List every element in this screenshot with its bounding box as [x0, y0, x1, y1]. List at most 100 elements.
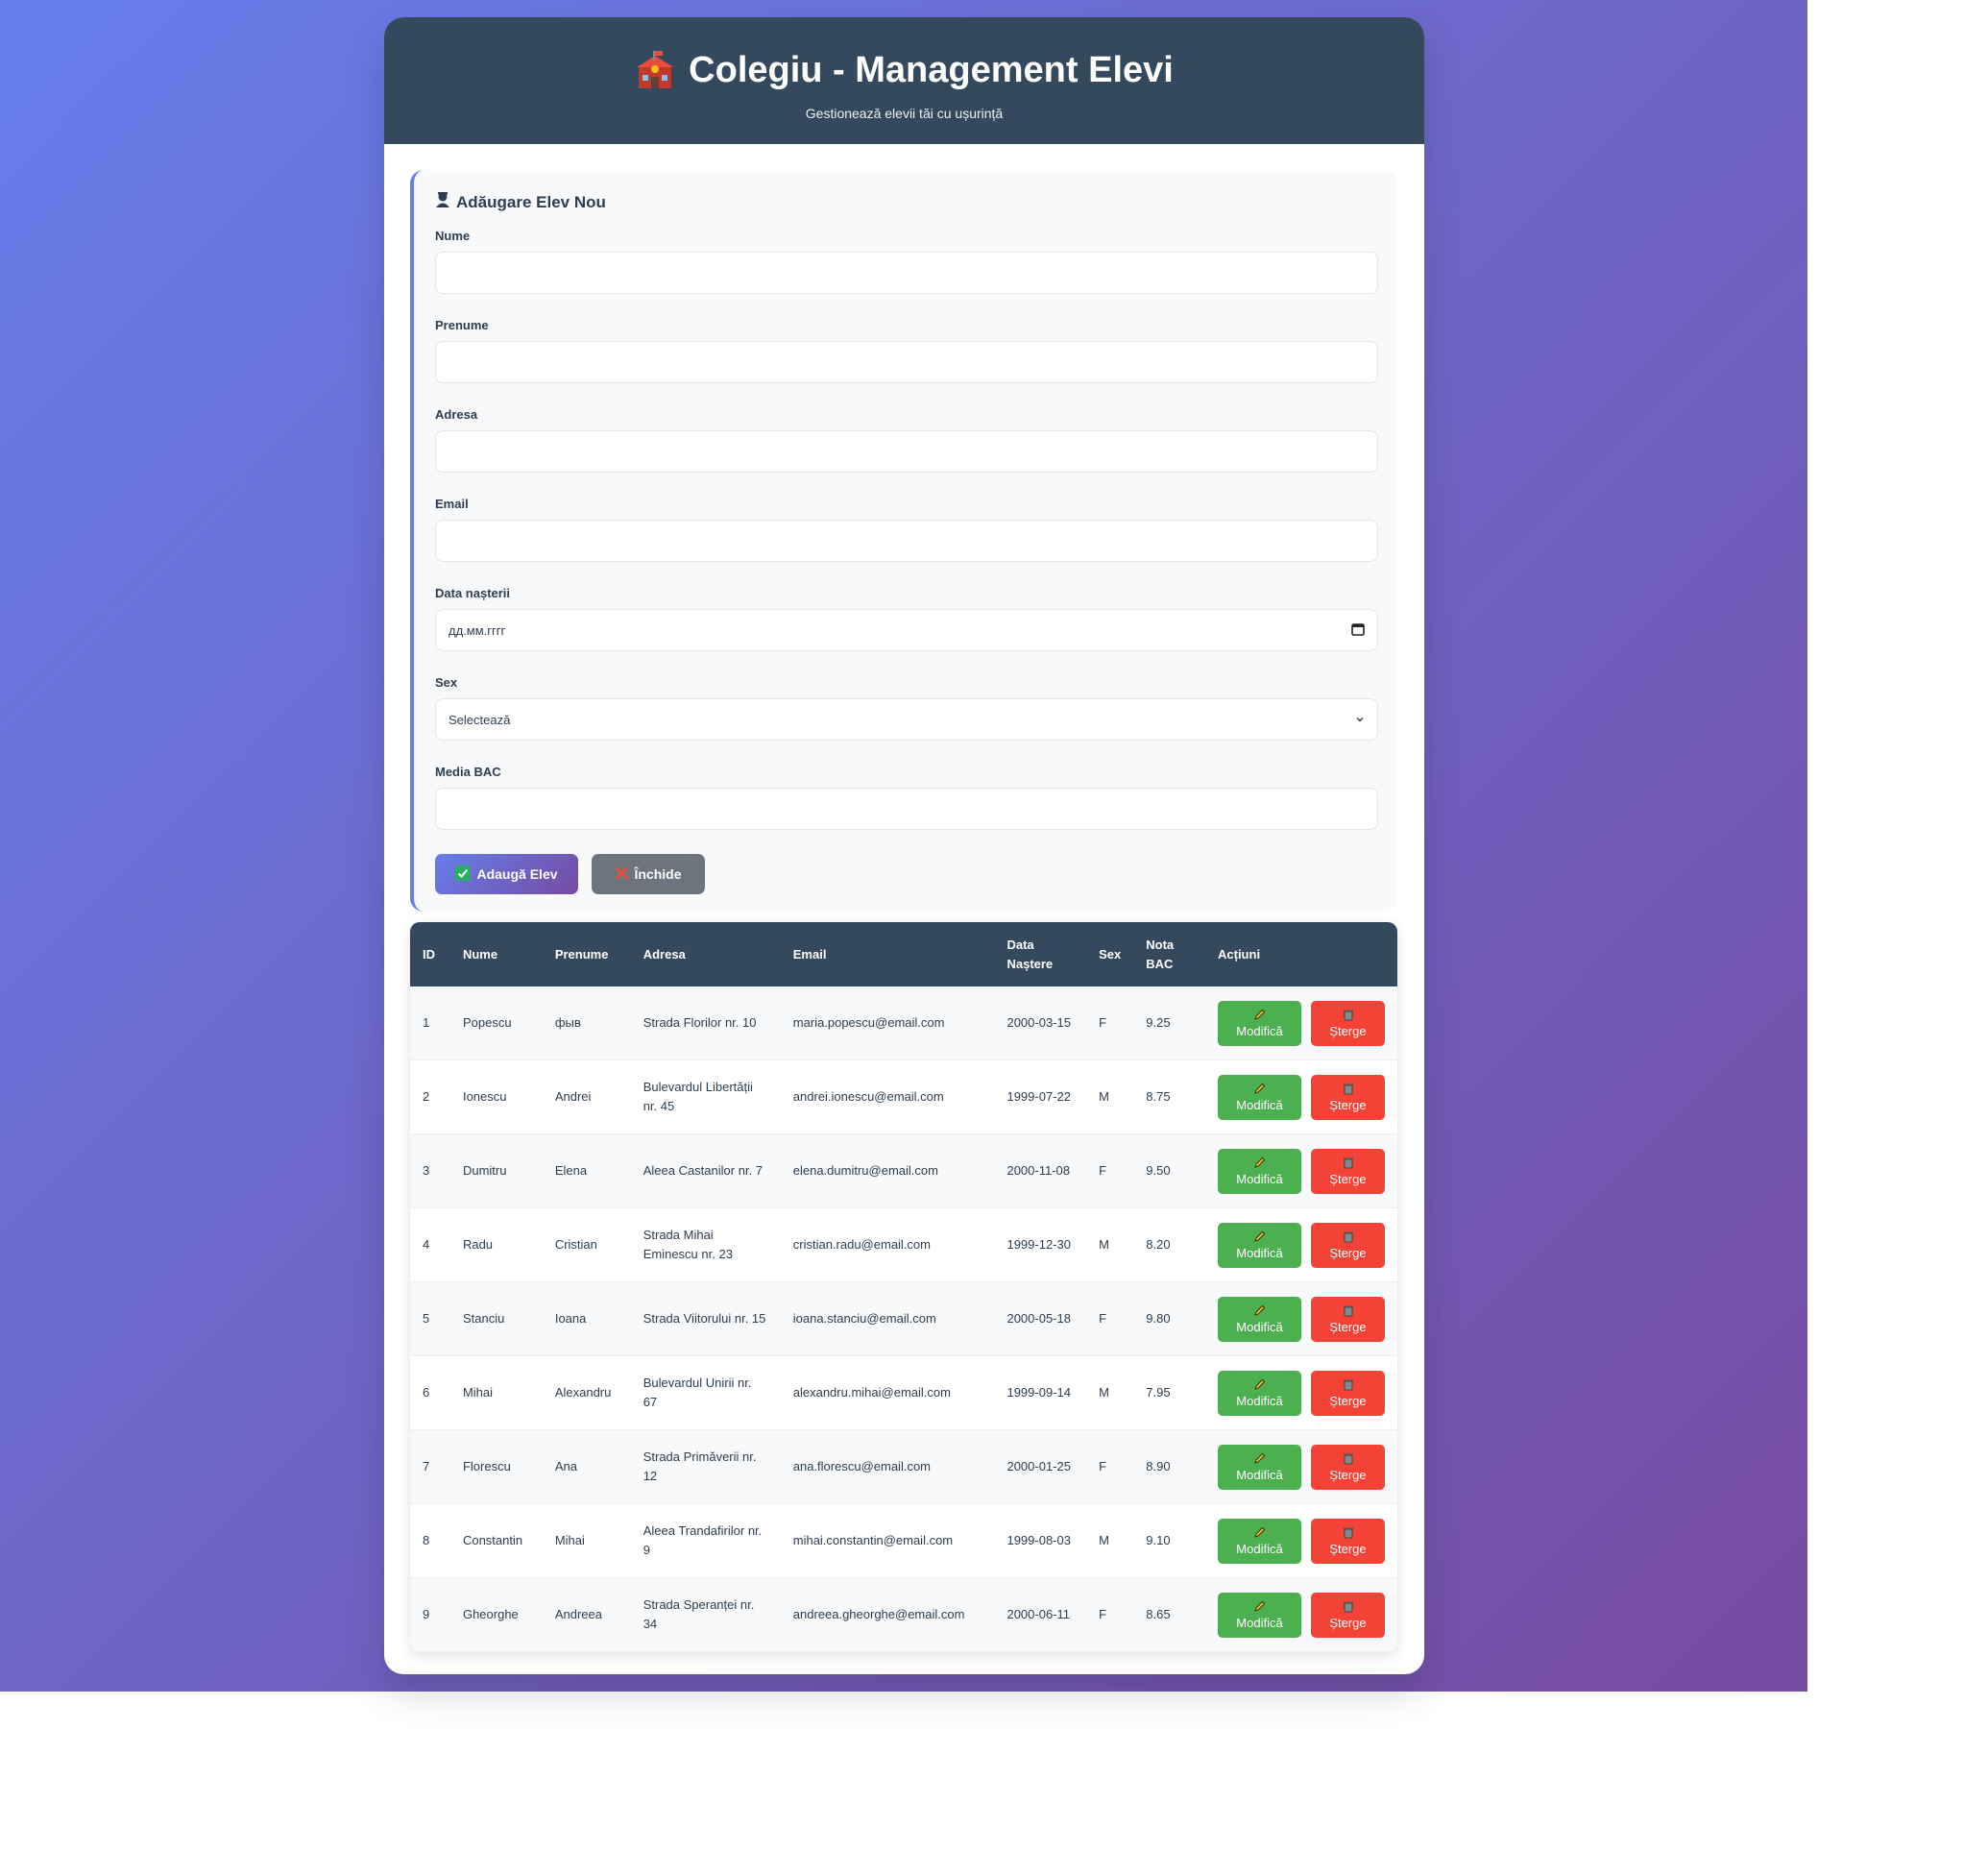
cell-email: mihai.constantin@email.com [780, 1503, 995, 1578]
cell-data-nastere: 1999-08-03 [994, 1503, 1087, 1578]
cell-nota-bac: 7.95 [1133, 1355, 1205, 1430]
column-header: Prenume [554, 946, 609, 962]
delete-button[interactable]: Șterge [1311, 1518, 1385, 1564]
cell-email: cristian.radu@email.com [780, 1207, 995, 1282]
birthdate-input[interactable]: дд.мм.гггг [435, 609, 1378, 651]
cell-nume: Constantin [449, 1503, 543, 1578]
edit-button[interactable]: Modifică [1218, 1296, 1301, 1342]
cell-prenume: Alexandru [542, 1355, 631, 1430]
edit-label: Modifică [1236, 1097, 1283, 1112]
edit-button[interactable]: Modifică [1218, 1148, 1301, 1194]
table-row: 7 Florescu Ana Strada Primăverii nr. 12 ana.… [410, 1429, 1397, 1504]
edit-button[interactable]: Modifică [1218, 1518, 1301, 1564]
edit-button[interactable]: Modifică [1218, 1074, 1301, 1120]
cell-actions: Modifică Șterge [1205, 1133, 1397, 1208]
adresa-input[interactable] [435, 430, 1378, 473]
cell-nota-bac: 9.50 [1133, 1133, 1205, 1208]
email-input[interactable] [435, 520, 1378, 562]
form-title: Adăugare Elev Nou [435, 191, 1376, 213]
cell-nume: Stanciu [449, 1281, 543, 1356]
cell-sex: F [1086, 1429, 1134, 1504]
row-actions: Modifică Șterge [1218, 1518, 1385, 1564]
edit-button[interactable]: Modifică [1218, 1370, 1301, 1416]
cell-nota-bac: 8.20 [1133, 1207, 1205, 1282]
delete-button[interactable]: Șterge [1311, 1222, 1385, 1268]
nume-input[interactable] [435, 252, 1378, 294]
delete-button[interactable]: Șterge [1311, 1444, 1385, 1490]
birthdate-placeholder: дд.мм.гггг [449, 622, 506, 638]
table-row: 6 Mihai Alexandru Bulevardul Unirii nr. 67 a… [410, 1355, 1397, 1430]
label-adresa: Adresa [435, 407, 478, 422]
cell-prenume: Cristian [542, 1207, 631, 1282]
column-header: Nota BAC [1146, 937, 1175, 971]
cell-nota-bac: 8.90 [1133, 1429, 1205, 1504]
app-container: Colegiu - Management Elevi Gestionează e… [384, 17, 1424, 1674]
edit-button[interactable]: Modifică [1218, 1444, 1301, 1490]
delete-button[interactable]: Șterge [1311, 1370, 1385, 1416]
delete-button[interactable]: Șterge [1311, 1000, 1385, 1046]
cell-adresa: Strada Speranței nr. 34 [630, 1577, 781, 1652]
field-nume: Nume [435, 229, 1378, 294]
cell-data-nastere: 2000-06-11 [994, 1577, 1087, 1652]
close-form-button[interactable]: Închide [592, 854, 705, 894]
cell-adresa: Strada Mihai Eminescu nr. 23 [630, 1207, 781, 1282]
trash-icon [1343, 1083, 1354, 1098]
cell-adresa: Bulevardul Libertății nr. 45 [630, 1059, 781, 1134]
cell-actions: Modifică Șterge [1205, 1207, 1397, 1282]
cell-nume: Ionescu [449, 1059, 543, 1134]
sex-select[interactable]: Selectează [435, 698, 1378, 741]
add-student-button[interactable]: Adaugă Elev [435, 854, 578, 894]
cell-nota-bac: 9.25 [1133, 986, 1205, 1060]
table-row: 1 Popescu фыв Strada Florilor nr. 10 maria.p… [410, 986, 1397, 1060]
field-data-nasterii: Data nașterii дд.мм.гггг [435, 586, 1378, 651]
cell-data-nastere: 2000-05-18 [994, 1281, 1087, 1356]
form-buttons: Adaugă Elev Închide [435, 854, 1376, 894]
trash-icon [1343, 1526, 1354, 1542]
edit-label: Modifică [1236, 1245, 1283, 1260]
add-student-form: Adăugare Elev Nou Nume Prenume Adresa Em… [410, 170, 1397, 912]
cell-adresa: Aleea Castanilor nr. 7 [630, 1133, 781, 1208]
edit-label: Modifică [1236, 1615, 1283, 1630]
cell-actions: Modifică Șterge [1205, 1059, 1397, 1134]
prenume-input[interactable] [435, 341, 1378, 383]
row-actions: Modifică Șterge [1218, 1370, 1385, 1416]
cell-id: 1 [410, 986, 450, 1060]
chevron-down-icon [1355, 713, 1365, 727]
table-row: 5 Stanciu Ioana Strada Viitorului nr. 15 ioa… [410, 1281, 1397, 1356]
page-subtitle: Gestionează elevii tăi cu ușurință [805, 106, 1004, 121]
delete-button[interactable]: Șterge [1311, 1074, 1385, 1120]
field-media-bac: Media BAC [435, 765, 1378, 830]
delete-label: Șterge [1329, 1615, 1367, 1630]
cell-nota-bac: 8.65 [1133, 1577, 1205, 1652]
column-header: Nume [462, 946, 498, 962]
delete-label: Șterge [1329, 1245, 1367, 1260]
delete-label: Șterge [1329, 1541, 1367, 1556]
pencil-icon [1253, 1304, 1266, 1320]
calendar-icon[interactable] [1351, 622, 1365, 639]
pencil-icon [1253, 1009, 1266, 1024]
label-sex: Sex [435, 675, 458, 690]
close-form-label: Închide [634, 866, 682, 882]
pencil-icon [1253, 1083, 1266, 1098]
cell-id: 9 [410, 1577, 450, 1652]
edit-button[interactable]: Modifică [1218, 1222, 1301, 1268]
column-header: ID [423, 946, 435, 962]
check-icon [455, 864, 472, 884]
cell-adresa: Strada Viitorului nr. 15 [630, 1281, 781, 1356]
edit-button[interactable]: Modifică [1218, 1000, 1301, 1046]
delete-button[interactable]: Șterge [1311, 1592, 1385, 1638]
cell-prenume: Andreea [542, 1577, 631, 1652]
cell-sex: F [1086, 1133, 1134, 1208]
delete-button[interactable]: Șterge [1311, 1296, 1385, 1342]
label-nume: Nume [435, 229, 471, 243]
media-bac-input[interactable] [435, 788, 1378, 830]
cell-actions: Modifică Șterge [1205, 1281, 1397, 1356]
delete-button[interactable]: Șterge [1311, 1148, 1385, 1194]
row-actions: Modifică Șterge [1218, 1000, 1385, 1046]
delete-label: Șterge [1329, 1023, 1367, 1038]
cross-icon [615, 866, 628, 883]
table-body: 1 Popescu фыв Strada Florilor nr. 10 maria.p… [410, 986, 1397, 1652]
edit-button[interactable]: Modifică [1218, 1592, 1301, 1638]
students-table-wrapper: ID Nume Prenume Adresa Email Data Naștere Sex N… [410, 922, 1397, 1652]
delete-label: Șterge [1329, 1171, 1367, 1186]
